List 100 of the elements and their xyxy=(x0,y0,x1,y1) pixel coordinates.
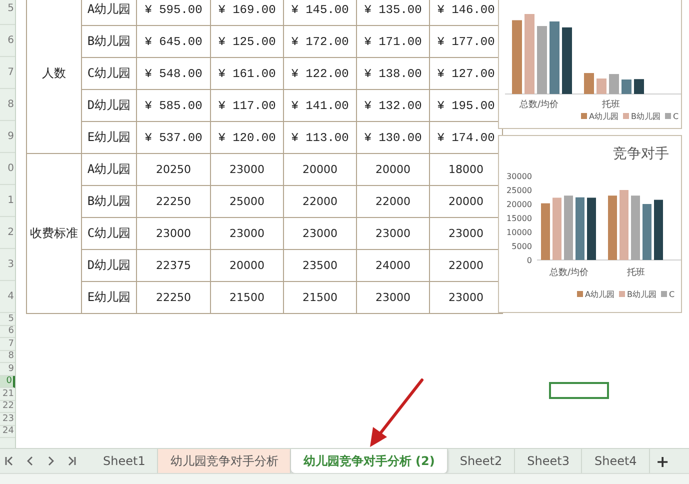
table-cell: 22250 xyxy=(137,186,211,218)
legend-label: A幼儿园 xyxy=(589,112,618,121)
axis-label: 20000 xyxy=(506,200,532,209)
previous-sheet-icon[interactable] xyxy=(25,456,35,466)
legend-label: C xyxy=(673,112,679,121)
table-cell: ¥ 172.00 xyxy=(284,26,357,58)
axis-label: 15000 xyxy=(506,214,532,223)
table-cell: ¥ 138.00 xyxy=(357,58,430,90)
legend-swatch xyxy=(623,113,629,119)
axis-label: 0 xyxy=(526,256,532,265)
bar xyxy=(620,190,628,260)
table-cell: ¥ 171.00 xyxy=(357,26,430,58)
table-cell: 收费标准 xyxy=(27,154,82,314)
table-cell: 20000 xyxy=(211,250,284,282)
row-number[interactable]: 8 xyxy=(0,350,15,363)
row-number[interactable]: 4 xyxy=(0,281,15,313)
bar-chart[interactable]: 竞争对手 0 5000 10000 15000 20000 25000 30000 总数/均价 托班 A幼儿园 B幼儿园 C xyxy=(498,135,682,313)
table-cell: ¥ 537.00 xyxy=(137,122,211,154)
table-cell: ¥ 135.00 xyxy=(357,0,430,26)
legend-label: A幼儿园 xyxy=(585,290,614,299)
legend-swatch xyxy=(577,291,583,297)
legend-label: C xyxy=(669,290,675,299)
table-cell: 22375 xyxy=(137,250,211,282)
next-sheet-icon[interactable] xyxy=(46,456,56,466)
row-number[interactable]: 7 xyxy=(0,338,15,350)
table-cell: 20250 xyxy=(137,154,211,186)
table-cell: ¥ 120.00 xyxy=(211,122,284,154)
row-number[interactable]: 1 xyxy=(0,185,15,217)
table-cell: ¥ 595.00 xyxy=(137,0,211,26)
bar xyxy=(552,198,562,260)
first-sheet-icon[interactable] xyxy=(4,456,14,466)
row-number[interactable]: 6 xyxy=(0,326,15,338)
bar-chart[interactable]: 总数/均价 托班 A幼儿园 B幼儿园 C xyxy=(498,0,682,129)
row-number[interactable]: 0 xyxy=(0,376,15,388)
table-cell: 23000 xyxy=(357,218,430,250)
bar xyxy=(541,203,550,260)
table-cell: 20000 xyxy=(284,154,357,186)
table-cell: A幼儿园 xyxy=(82,0,137,26)
table-cell: 22000 xyxy=(357,186,430,218)
legend-swatch xyxy=(581,113,587,119)
sheet-tab[interactable]: 幼儿园竞争对手分析 xyxy=(158,449,292,473)
table-cell: ¥ 141.00 xyxy=(284,90,357,122)
row-number[interactable]: 22 xyxy=(0,400,15,413)
table-cell: ¥ 585.00 xyxy=(137,90,211,122)
row-number[interactable]: 7 xyxy=(0,57,15,89)
table-cell: 23000 xyxy=(137,218,211,250)
table-cell: ¥ 161.00 xyxy=(211,58,284,90)
table-cell: E幼儿园 xyxy=(82,282,137,314)
bar xyxy=(608,196,617,260)
row-number[interactable]: 8 xyxy=(0,89,15,121)
table-cell: ¥ 117.00 xyxy=(211,90,284,122)
row-number[interactable]: 21 xyxy=(0,388,15,400)
row-number[interactable]: 3 xyxy=(0,249,15,281)
table-cell: E幼儿园 xyxy=(82,122,137,154)
table-cell: D幼儿园 xyxy=(82,90,137,122)
row-number[interactable]: 2 xyxy=(0,217,15,249)
table-cell: ¥ 122.00 xyxy=(284,58,357,90)
table-cell: ¥ 645.00 xyxy=(137,26,211,58)
table-cell: 24000 xyxy=(357,250,430,282)
legend-swatch xyxy=(665,113,671,119)
table-cell: 22000 xyxy=(284,186,357,218)
bar xyxy=(609,74,619,94)
table-cell: C幼儿园 xyxy=(82,218,137,250)
bar xyxy=(596,78,606,94)
row-number[interactable]: 6 xyxy=(0,25,15,57)
table-cell: ¥ 132.00 xyxy=(357,90,430,122)
bar xyxy=(576,197,584,260)
table-cell: A幼儿园 xyxy=(82,154,137,186)
table-cell: B幼儿园 xyxy=(82,26,137,58)
table-cell: 21500 xyxy=(284,282,357,314)
bar xyxy=(584,73,594,94)
selected-cell[interactable] xyxy=(549,382,609,399)
table-cell: 23000 xyxy=(211,154,284,186)
table-cell: D幼儿园 xyxy=(82,250,137,282)
sheet-tab[interactable]: 幼儿园竞争对手分析 (2) xyxy=(291,449,448,473)
legend-swatch xyxy=(619,291,625,297)
table-cell: B幼儿园 xyxy=(82,186,137,218)
bar xyxy=(587,198,596,260)
row-number[interactable]: 24 xyxy=(0,426,15,438)
row-number[interactable]: 5 xyxy=(0,313,15,326)
row-number[interactable]: 0 xyxy=(0,153,15,185)
category-label: 总数/均价 xyxy=(519,100,559,110)
axis-label: 10000 xyxy=(506,228,532,237)
row-number[interactable]: 5 xyxy=(0,0,15,25)
last-sheet-icon[interactable] xyxy=(67,456,77,466)
axis-label: 5000 xyxy=(512,242,532,251)
row-number[interactable]: 23 xyxy=(0,413,15,426)
arrow xyxy=(370,378,424,447)
row-number[interactable]: 9 xyxy=(0,121,15,153)
legend-swatch xyxy=(661,291,667,297)
table-cell: 23000 xyxy=(284,218,357,250)
bar xyxy=(654,200,663,260)
bar xyxy=(564,196,573,260)
bar xyxy=(537,26,547,94)
add-sheet-button[interactable]: + xyxy=(650,449,676,473)
table-cell: 23000 xyxy=(357,282,430,314)
table-cell: ¥ 130.00 xyxy=(357,122,430,154)
bar xyxy=(562,27,572,94)
table-cell: ¥ 548.00 xyxy=(137,58,211,90)
table-cell: 25000 xyxy=(211,186,284,218)
